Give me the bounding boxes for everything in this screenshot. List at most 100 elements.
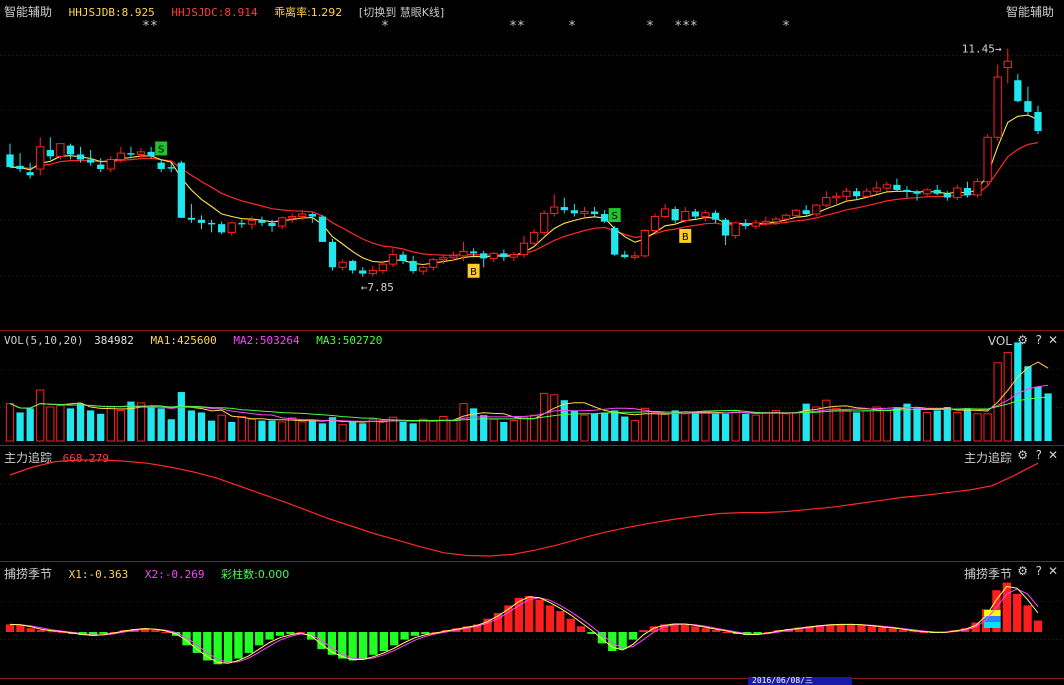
track-header: 主力追踪 668.279 (4, 449, 119, 466)
season-bar (535, 599, 544, 632)
candle-body (56, 143, 65, 157)
volume-bar (167, 419, 175, 441)
season-close-icon[interactable]: ✕ (1048, 564, 1058, 578)
season-bar (286, 632, 295, 634)
candle-body (359, 270, 367, 274)
volume-bar (1014, 342, 1022, 441)
season-bar (878, 627, 887, 632)
candle-body (489, 252, 498, 259)
candle-body (903, 189, 911, 192)
candle-body (187, 217, 196, 220)
volume-bar (721, 413, 730, 441)
season-bar (223, 632, 233, 663)
high-price-label: 11.45→ (962, 43, 1002, 56)
price-pane-right-title: 智能辅助 (1005, 5, 1054, 19)
candle-body (177, 162, 185, 218)
low-price-label: ←7.85 (361, 281, 394, 294)
volume-bar (771, 409, 781, 442)
vol-gear-icon[interactable]: ⚙ (1017, 333, 1028, 347)
candle-body (660, 208, 670, 218)
candle-body (136, 151, 146, 155)
season-bar (265, 632, 274, 640)
season-bar (369, 632, 378, 655)
candle-body (388, 254, 398, 265)
candle-body (842, 190, 851, 197)
volume-bar (157, 408, 165, 441)
candle-body (399, 254, 407, 261)
candle-body (701, 212, 710, 218)
season-bar (99, 632, 108, 634)
candle-body (46, 149, 54, 157)
candle-body (288, 216, 297, 219)
volume-bar (76, 403, 85, 441)
volume-chart[interactable] (0, 331, 1064, 445)
volume-bar (711, 413, 720, 441)
volume-bar (1044, 393, 1052, 441)
vol-close-icon[interactable]: ✕ (1048, 333, 1058, 347)
candle-body (953, 187, 962, 199)
track-chart[interactable] (0, 446, 1064, 561)
volume-bar (378, 420, 388, 442)
volume-bar (46, 406, 55, 442)
candle-body (1014, 80, 1022, 102)
volume-bar (318, 423, 327, 441)
volume-bar (671, 410, 679, 441)
volume-bar (791, 411, 801, 442)
volume-bar (550, 394, 559, 442)
volume-bar (802, 403, 810, 441)
track-title: 主力追踪 (4, 451, 53, 465)
vol-help-icon[interactable]: ? (1036, 333, 1042, 347)
switch-kline-link[interactable]: [切换到 慧眼K线] (359, 6, 444, 19)
season-help-icon[interactable]: ? (1036, 564, 1042, 578)
candle-body (691, 211, 699, 217)
season-bar (234, 632, 243, 659)
season-bar (514, 597, 523, 632)
volume-header: VOL(5,10,20) 384982 MA1:425600 MA2:50326… (4, 334, 392, 347)
season-bar (836, 624, 845, 632)
candle-body (349, 260, 357, 271)
indicator-hhjsjdb: HHJSJDB:8.925 (68, 6, 155, 19)
candle-body (147, 151, 155, 157)
candle-body (872, 187, 881, 192)
volume-bar (852, 412, 861, 441)
candle-body (1003, 60, 1012, 69)
track-gear-icon[interactable]: ⚙ (1017, 448, 1028, 462)
volume-bar (26, 408, 34, 441)
volume-bar (650, 411, 660, 442)
volume-bar (590, 413, 599, 441)
candle-body (268, 222, 276, 227)
season-bar (483, 618, 492, 632)
volume-bar (701, 410, 710, 442)
candle-body (1034, 111, 1042, 131)
volume-bar (217, 414, 226, 442)
candle-body (66, 145, 75, 155)
candle-body (933, 189, 941, 194)
volume-bar (509, 420, 519, 442)
track-help-icon[interactable]: ? (1036, 448, 1042, 462)
volume-bar (611, 410, 619, 441)
volume-bar (36, 389, 45, 442)
candle-body (76, 154, 85, 160)
price-chart[interactable]: SSBB** * ** * * *** *11.45→←7.85 (0, 0, 1064, 330)
candle-body (822, 197, 831, 206)
track-line (9, 459, 1039, 557)
season-gear-icon[interactable]: ⚙ (1017, 564, 1028, 578)
season-bar (400, 632, 409, 640)
candle-body (480, 253, 488, 259)
season-bar (556, 611, 565, 632)
volume-bar (409, 423, 417, 441)
volume-bar (268, 420, 276, 441)
volume-bar (187, 410, 196, 441)
candle-body (469, 251, 478, 254)
candle-body (771, 218, 781, 223)
volume-bar (97, 413, 105, 441)
candle-body (993, 76, 1002, 138)
candle-body (247, 219, 257, 225)
candle-body (127, 153, 135, 155)
volume-bar (66, 408, 75, 441)
track-close-icon[interactable]: ✕ (1048, 448, 1058, 462)
candle-body (529, 231, 539, 244)
volume-bar (913, 408, 921, 441)
candle-body (611, 227, 619, 255)
track-right-title: 主力追踪 (963, 451, 1012, 465)
